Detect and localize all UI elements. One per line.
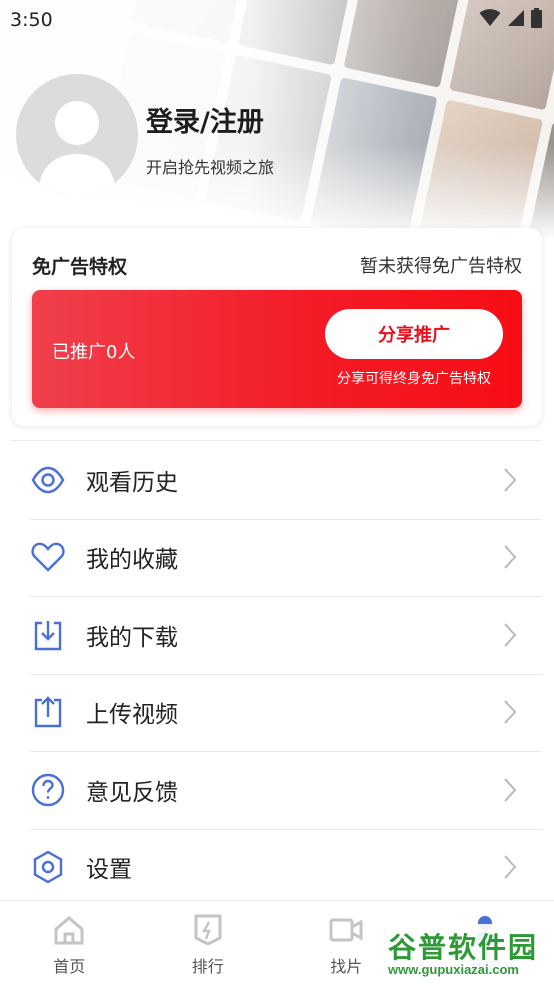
- heart-icon: [30, 539, 66, 575]
- default-user-avatar-icon: [38, 101, 116, 196]
- wifi-icon: [479, 9, 501, 31]
- promotion-hint: 分享可得终身免广告特权: [337, 371, 491, 387]
- battery-icon: [531, 8, 542, 32]
- promoted-count: 已推广0人: [52, 342, 136, 363]
- ad-free-title: 免广告特权: [32, 256, 128, 278]
- share-promote-button[interactable]: 分享推广: [325, 309, 503, 359]
- menu-item-settings[interactable]: 设置: [10, 828, 542, 907]
- promotion-panel: 已推广0人 分享推广 分享可得终身免广告特权: [32, 290, 522, 408]
- video-camera-icon: [329, 913, 363, 947]
- site-watermark: 谷普软件园 www.gupuxiazai.com: [386, 924, 552, 980]
- login-register-link[interactable]: 登录/注册: [146, 100, 264, 139]
- menu-label: 意见反馈: [86, 779, 178, 806]
- chevron-right-icon: [500, 698, 520, 726]
- status-time: 3:50: [10, 9, 53, 31]
- nav-label: 找片: [330, 957, 363, 976]
- menu-label: 观看历史: [86, 469, 178, 496]
- menu-item-upload-video[interactable]: 上传视频: [10, 673, 542, 752]
- menu-item-watch-history[interactable]: 观看历史: [10, 441, 542, 519]
- watermark-url: www.gupuxiazai.com: [388, 962, 519, 977]
- help-icon: [30, 772, 66, 808]
- nav-tab-home[interactable]: 首页: [0, 901, 139, 984]
- ranking-icon: [191, 913, 225, 947]
- status-bar: 3:50: [0, 0, 554, 40]
- chevron-right-icon: [500, 853, 520, 881]
- menu-item-downloads[interactable]: 我的下载: [10, 596, 542, 674]
- signal-icon: [507, 9, 525, 31]
- menu-label: 上传视频: [86, 702, 178, 729]
- gear-icon: [30, 849, 66, 885]
- menu-item-feedback[interactable]: 意见反馈: [10, 751, 542, 829]
- nav-label: 排行: [191, 957, 224, 976]
- menu-label: 设置: [86, 857, 132, 884]
- nav-tab-ranking[interactable]: 排行: [139, 901, 278, 984]
- chevron-right-icon: [500, 466, 520, 494]
- ad-free-card: 免广告特权 暂未获得免广告特权 已推广0人 分享推广 分享可得终身免广告特权: [12, 228, 542, 426]
- chevron-right-icon: [500, 621, 520, 649]
- menu-item-favorites[interactable]: 我的收藏: [10, 518, 542, 597]
- nav-label: 首页: [53, 957, 86, 976]
- ad-free-status: 暂未获得免广告特权: [360, 256, 522, 277]
- menu-label: 我的下载: [86, 624, 178, 651]
- status-icons: [479, 8, 542, 32]
- download-icon: [30, 617, 66, 653]
- upload-icon: [30, 694, 66, 730]
- watermark-brand: 谷普软件园: [388, 931, 539, 964]
- menu-list: 观看历史 我的收藏 我的下载 上传视频 意见反馈 设置: [10, 440, 542, 906]
- eye-icon: [30, 462, 66, 498]
- avatar[interactable]: [16, 74, 138, 196]
- home-icon: [52, 913, 86, 947]
- menu-label: 我的收藏: [86, 547, 178, 574]
- chevron-right-icon: [500, 543, 520, 571]
- login-subtitle: 开启抢先视频之旅: [146, 158, 275, 177]
- chevron-right-icon: [500, 776, 520, 804]
